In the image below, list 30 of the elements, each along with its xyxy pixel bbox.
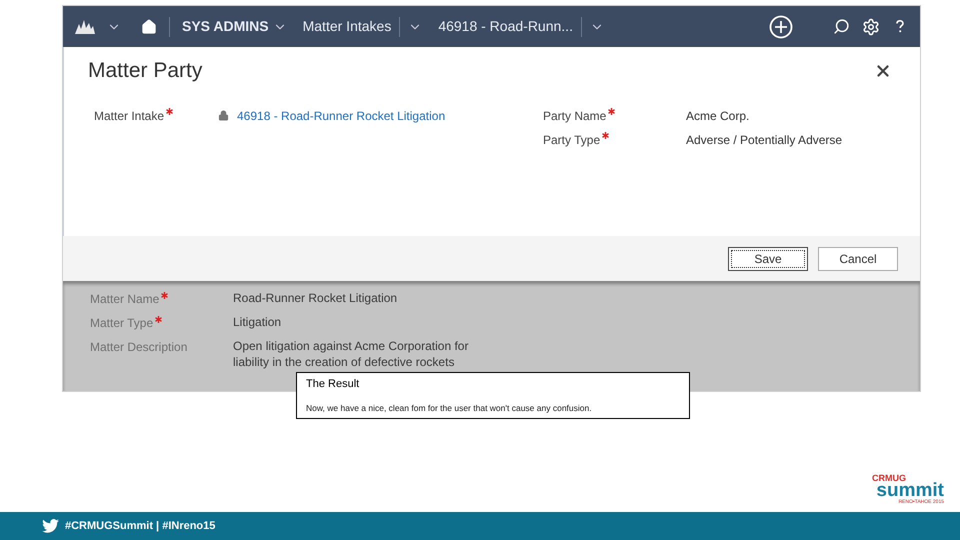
add-icon[interactable]: [769, 14, 793, 38]
breadcrumb-link[interactable]: SYS ADMINS: [182, 16, 269, 37]
logo-top-text: CRMUG: [872, 474, 906, 483]
settings-icon[interactable]: [862, 18, 880, 36]
logo-icon[interactable]: [75, 20, 95, 34]
callout-title: The Result: [306, 377, 360, 392]
help-icon[interactable]: [896, 20, 904, 33]
search-icon[interactable]: [833, 18, 850, 35]
field-value: Acme Corp.: [686, 108, 750, 124]
field-value: Road-Runner Rocket Litigation: [233, 290, 398, 306]
logo-main-text: summit: [876, 481, 944, 500]
callout-text: Now, we have a nice, clean fom for the user that won't cause any confusion.: [306, 402, 593, 414]
dialog-button[interactable]: Save: [728, 246, 808, 270]
field-value: Open litigation against Acme Corporation for liability in the creation of defective rockets: [233, 338, 470, 370]
field-label: Matter Type: [90, 315, 154, 332]
field-label: Matter Name: [90, 291, 160, 308]
field-value: Adverse / Potentially Adverse: [686, 132, 842, 148]
hashtags-text: #CRMUGSummit | #INreno15: [65, 518, 216, 534]
field-label: Party Type: [543, 132, 600, 148]
dialog-button[interactable]: Cancel: [818, 246, 898, 270]
field-label: Party Name: [543, 108, 606, 124]
field-label: Matter Intake: [94, 108, 164, 124]
breadcrumb-link[interactable]: 46918 - Road-Runn...: [438, 16, 573, 37]
dialog-title: Matter Party: [88, 58, 202, 84]
field-value: Litigation: [233, 314, 282, 330]
breadcrumb-link[interactable]: Matter Intakes: [302, 16, 392, 37]
home-icon[interactable]: [141, 18, 157, 34]
field-link[interactable]: 46918 - Road-Runner Rocket Litigation: [237, 106, 446, 124]
field-label: Matter Description: [90, 339, 188, 356]
bird-icon: [42, 519, 59, 533]
